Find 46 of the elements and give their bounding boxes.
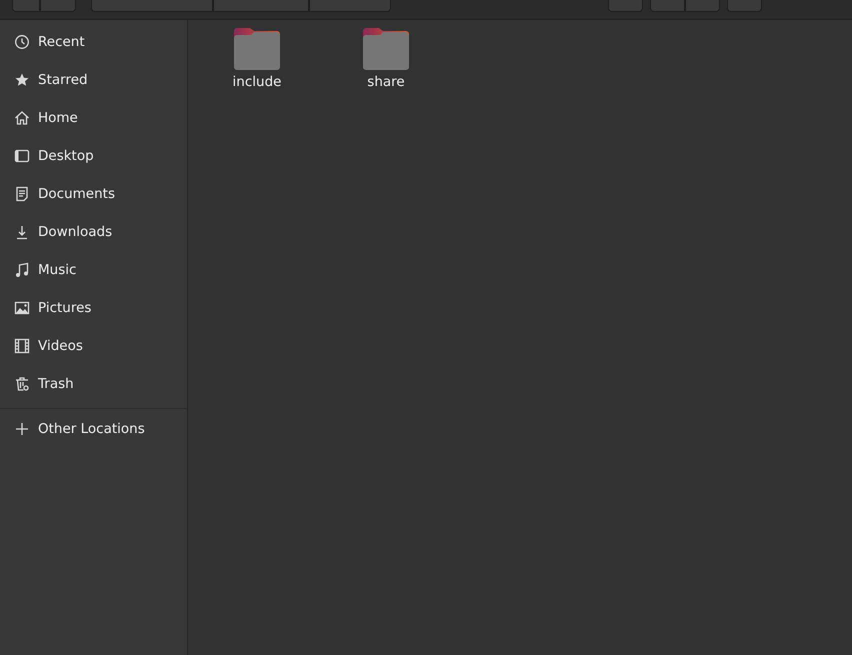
sidebar-item-label: Documents — [38, 186, 115, 202]
sidebar-item[interactable]: Desktop — [0, 137, 187, 175]
menu-button[interactable] — [727, 0, 762, 12]
trash-icon — [14, 376, 30, 392]
sidebar-item[interactable]: Starred — [0, 61, 187, 99]
film-icon — [14, 338, 30, 354]
sidebar-item[interactable]: Trash — [0, 365, 187, 403]
home-icon — [14, 110, 30, 126]
sidebar-item[interactable]: Documents — [0, 175, 187, 213]
view-button[interactable] — [650, 0, 685, 12]
sidebar-item[interactable]: Videos — [0, 327, 187, 365]
sidebar-item-label: Starred — [38, 72, 88, 88]
clock-icon — [14, 34, 30, 50]
folder-icon[interactable] — [363, 28, 409, 70]
desktop-icon — [14, 148, 30, 164]
star-icon — [14, 72, 30, 88]
path-button[interactable] — [91, 0, 213, 12]
download-icon — [14, 224, 30, 240]
path-button[interactable] — [213, 0, 309, 12]
folder-icon[interactable] — [234, 28, 280, 70]
sidebar-item[interactable]: Downloads — [0, 213, 187, 251]
sidebar-item-label: Pictures — [38, 300, 92, 316]
sidebar-item-label: Desktop — [38, 148, 94, 164]
search-button[interactable] — [608, 0, 643, 12]
music-note-icon — [14, 262, 30, 278]
back-button[interactable] — [12, 0, 40, 12]
sidebar-item-label: Music — [38, 262, 76, 278]
sidebar-item-label: Downloads — [38, 224, 112, 240]
document-icon — [14, 186, 30, 202]
sidebar-item-label: Videos — [38, 338, 83, 354]
file-name: include — [232, 74, 282, 90]
sidebar-item-label: Home — [38, 110, 78, 126]
plus-icon — [14, 421, 30, 437]
file-name: share — [367, 74, 405, 90]
forward-button[interactable] — [40, 0, 76, 12]
sidebar-item[interactable]: Recent — [0, 23, 187, 61]
path-button[interactable] — [309, 0, 391, 12]
sidebar-item-label: Other Locations — [38, 421, 145, 437]
sidebar-item-label: Trash — [38, 376, 74, 392]
sidebar-item[interactable]: Pictures — [0, 289, 187, 327]
sidebar-item[interactable]: Other Locations — [0, 411, 187, 447]
sidebar-item-label: Recent — [38, 34, 85, 50]
view-options-button[interactable] — [685, 0, 720, 12]
sidebar-item[interactable]: Music — [0, 251, 187, 289]
picture-icon — [14, 300, 30, 316]
sidebar-item[interactable]: Home — [0, 99, 187, 137]
